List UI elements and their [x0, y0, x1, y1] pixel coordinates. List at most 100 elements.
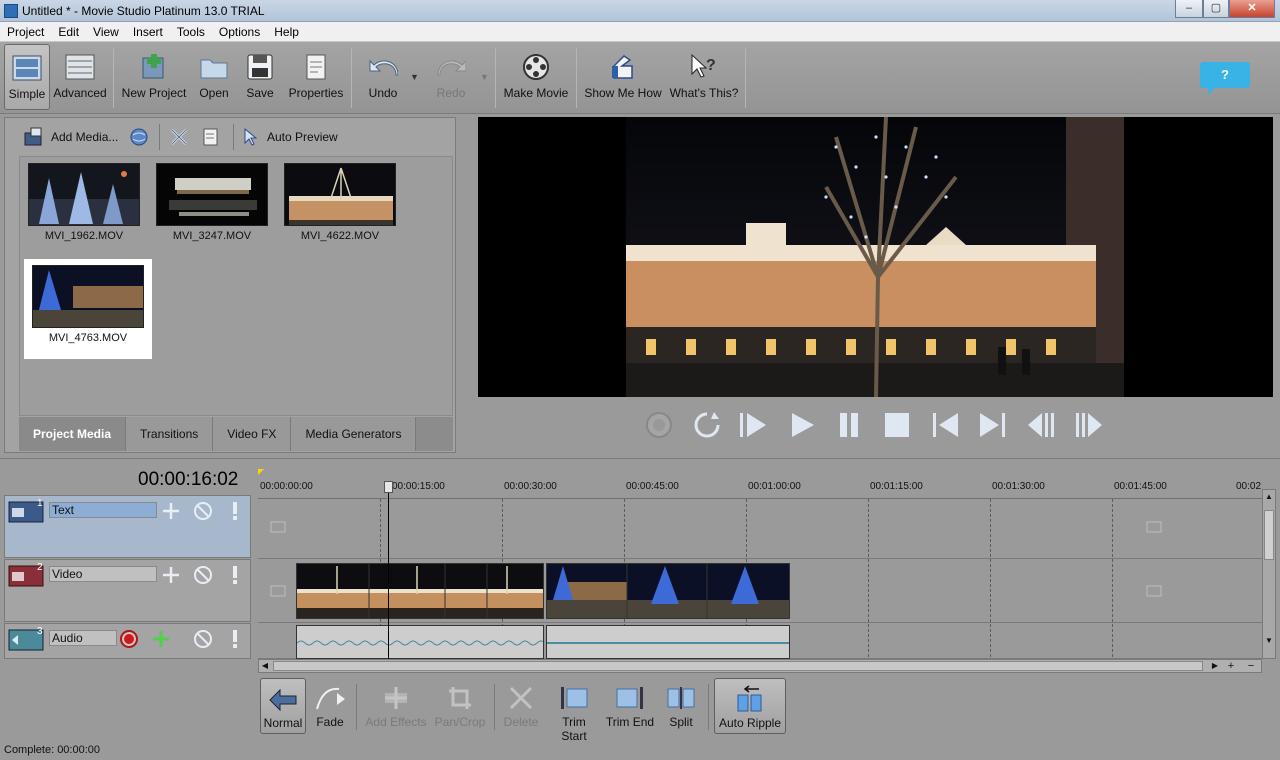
mute-icon[interactable]	[193, 501, 213, 521]
pause-button[interactable]	[832, 408, 866, 442]
track-header-audio[interactable]: 3 Audio	[4, 623, 251, 659]
whats-this-button[interactable]: ? What's This?	[669, 44, 739, 110]
menu-tools[interactable]: Tools	[170, 22, 212, 41]
timeline-horizontal-scrollbar[interactable]: ◀ ▶ + −	[258, 659, 1262, 673]
undo-dropdown-icon[interactable]: ▼	[410, 72, 419, 82]
solo-icon[interactable]	[225, 629, 245, 649]
properties-button[interactable]: Properties	[286, 44, 346, 110]
zoom-in-icon[interactable]: +	[1225, 660, 1237, 672]
menu-view[interactable]: View	[86, 22, 126, 41]
split-button[interactable]: Split	[660, 678, 702, 734]
media-properties-icon[interactable]	[201, 126, 223, 148]
track-header-video[interactable]: 2 Video	[4, 559, 251, 622]
preview-frame-image	[626, 116, 1124, 398]
timeline-ruler[interactable]: 00:00:00:00 00:00:15:00 00:00:30:00 00:0…	[258, 469, 1262, 499]
zoom-out-icon[interactable]: −	[1245, 660, 1257, 672]
loop-playback-button[interactable]	[690, 408, 724, 442]
track-name-field[interactable]: Text	[49, 502, 157, 518]
track-header-text[interactable]: 1 Text	[4, 495, 251, 558]
menu-options[interactable]: Options	[212, 22, 267, 41]
video-clip[interactable]	[296, 563, 544, 619]
stop-button[interactable]	[880, 408, 914, 442]
track-number: 1	[37, 498, 43, 509]
undo-button[interactable]: Undo	[360, 44, 406, 110]
close-button[interactable]: ✕	[1229, 0, 1275, 18]
auto-ripple-button[interactable]: Auto Ripple	[714, 678, 786, 734]
media-filename: MVI_4622.MOV	[300, 230, 380, 242]
fade-tool-button[interactable]: Fade	[310, 678, 350, 734]
trim-end-button[interactable]: Trim End	[604, 678, 656, 734]
menu-project[interactable]: Project	[0, 22, 51, 41]
menu-insert[interactable]: Insert	[126, 22, 170, 41]
audio-clip[interactable]	[546, 625, 790, 659]
record-button[interactable]	[642, 408, 676, 442]
video-clip[interactable]	[546, 563, 790, 619]
scroll-thumb[interactable]	[1264, 510, 1274, 560]
mute-icon[interactable]	[193, 565, 213, 585]
add-effects-button[interactable]: Add Effects	[364, 678, 428, 734]
delete-x-icon	[506, 684, 536, 712]
tab-project-media[interactable]: Project Media	[19, 417, 127, 451]
media-item-selected[interactable]: MVI_4763.MOV	[24, 259, 152, 359]
scroll-right-icon[interactable]: ▶	[1209, 660, 1221, 672]
go-to-end-button[interactable]	[976, 408, 1010, 442]
go-to-start-button[interactable]	[928, 408, 962, 442]
media-filename: MVI_3247.MOV	[172, 230, 252, 242]
maximize-button[interactable]: ▢	[1203, 0, 1229, 18]
tab-transitions[interactable]: Transitions	[126, 417, 214, 451]
globe-icon[interactable]	[128, 126, 150, 148]
play-button[interactable]	[784, 408, 818, 442]
scroll-thumb[interactable]	[273, 661, 1203, 671]
redo-dropdown-icon[interactable]: ▼	[480, 72, 489, 82]
normal-tool-button[interactable]: Normal	[260, 678, 306, 734]
track-motion-icon[interactable]	[161, 501, 181, 521]
track-name-field[interactable]: Audio	[49, 630, 117, 646]
video-preview[interactable]	[478, 116, 1273, 398]
media-item[interactable]: MVI_3247.MOV	[148, 157, 276, 257]
open-button[interactable]: Open	[194, 44, 234, 110]
remove-media-icon[interactable]	[168, 126, 190, 148]
tab-video-fx[interactable]: Video FX	[213, 417, 292, 451]
pan-crop-button[interactable]: Pan/Crop	[432, 678, 488, 734]
playhead-handle[interactable]	[384, 481, 393, 493]
save-button[interactable]: Save	[240, 44, 280, 110]
tab-media-generators[interactable]: Media Generators	[291, 417, 417, 451]
mute-icon[interactable]	[193, 629, 213, 649]
media-item[interactable]: MVI_1962.MOV	[20, 157, 148, 257]
minimize-button[interactable]: –	[1175, 0, 1203, 18]
delete-button[interactable]: Delete	[500, 678, 542, 734]
record-arm-icon[interactable]	[119, 629, 139, 649]
simple-view-button[interactable]: Simple	[4, 44, 50, 110]
trim-start-button[interactable]: Trim Start	[548, 678, 600, 743]
track-motion-icon[interactable]	[161, 565, 181, 585]
menu-edit[interactable]: Edit	[51, 22, 86, 41]
ruler-label: 00:00:45:00	[626, 481, 679, 492]
play-from-start-button[interactable]	[736, 408, 770, 442]
scroll-left-icon[interactable]: ◀	[259, 660, 271, 672]
playhead[interactable]	[384, 481, 393, 659]
make-movie-button[interactable]: Make Movie	[502, 44, 570, 110]
new-project-button[interactable]: New Project	[120, 44, 188, 110]
redo-button[interactable]: Redo	[428, 44, 474, 110]
loop-region-marker[interactable]	[258, 469, 264, 475]
menu-help[interactable]: Help	[267, 22, 306, 41]
solo-icon[interactable]	[225, 501, 245, 521]
track-fx-icon[interactable]	[151, 629, 171, 649]
media-item[interactable]: MVI_4622.MOV	[276, 157, 404, 257]
auto-preview-label[interactable]: Auto Preview	[267, 130, 338, 144]
help-bubble-button[interactable]: ?	[1200, 62, 1250, 95]
track-name-field[interactable]: Video	[49, 566, 157, 582]
previous-frame-button[interactable]	[1024, 408, 1058, 442]
scroll-up-icon[interactable]: ▲	[1264, 492, 1274, 504]
next-frame-button[interactable]	[1072, 408, 1106, 442]
toolbar-separator	[233, 124, 234, 150]
scroll-down-icon[interactable]: ▼	[1264, 636, 1274, 648]
solo-icon[interactable]	[225, 565, 245, 585]
show-me-how-button[interactable]: Show Me How	[583, 44, 663, 110]
add-media-button[interactable]: Add Media...	[51, 130, 118, 144]
audio-clip[interactable]	[296, 625, 544, 659]
timeline-vertical-scrollbar[interactable]: ▲ ▼	[1262, 489, 1276, 659]
toolbar-separator	[494, 684, 495, 730]
advanced-view-button[interactable]: Advanced	[52, 44, 108, 110]
auto-preview-icon[interactable]	[241, 126, 263, 148]
